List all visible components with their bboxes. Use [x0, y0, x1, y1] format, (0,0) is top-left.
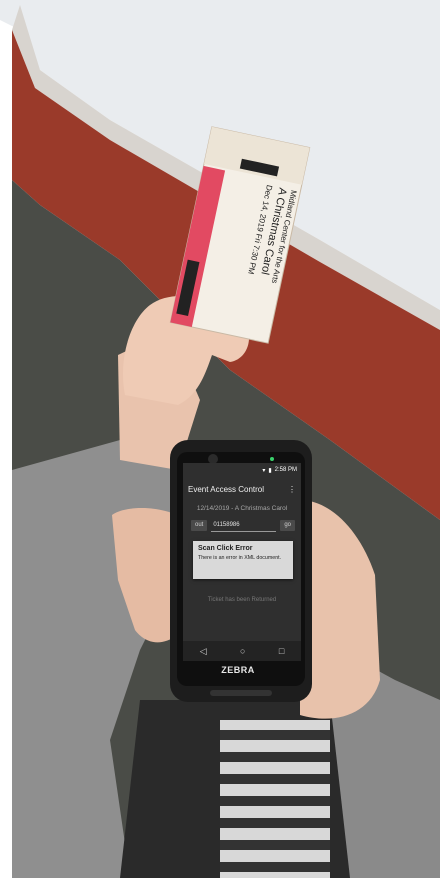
battery-icon: ▮	[268, 467, 272, 474]
zebra-logo: ZEBRA	[221, 665, 255, 675]
status-bar: ▾ ▮ 2:58 PM	[183, 463, 301, 477]
dialog-message: There is an error in XML document.	[198, 555, 282, 561]
error-dialog[interactable]: Scan Click Error There is an error in XM…	[193, 541, 293, 579]
dialog-title: Scan Click Error	[198, 545, 253, 552]
phone-body	[170, 440, 312, 702]
phone-screen: ▾ ▮ 2:58 PM Event Access Control ⋮ 12/14…	[183, 463, 301, 661]
go-button[interactable]: go	[280, 520, 295, 531]
app-title: Event Access Control	[188, 484, 265, 494]
event-line: 12/14/2019 - A Christmas Carol	[196, 505, 288, 512]
recent-apps-icon[interactable]: □	[279, 646, 284, 656]
result-text: Ticket has been Returned	[207, 597, 277, 603]
back-icon[interactable]: ◁	[200, 646, 207, 657]
app-bar: Event Access Control ⋮	[183, 477, 301, 501]
speaker-grille	[210, 690, 272, 696]
wifi-icon: ▾	[262, 467, 266, 474]
scan-row: out 01158986 go	[191, 519, 295, 532]
photo-scene: Midland Center for the Arts A Christmas …	[0, 0, 440, 878]
ticket-input[interactable]: 01158986	[211, 520, 277, 532]
home-icon[interactable]: ○	[240, 646, 245, 656]
overflow-menu-icon[interactable]: ⋮	[288, 485, 296, 494]
nav-bar: ◁ ○ □	[183, 641, 301, 661]
mode-button[interactable]: out	[191, 520, 208, 531]
status-time: 2:58 PM	[274, 467, 297, 473]
led-indicator-icon	[270, 457, 274, 461]
